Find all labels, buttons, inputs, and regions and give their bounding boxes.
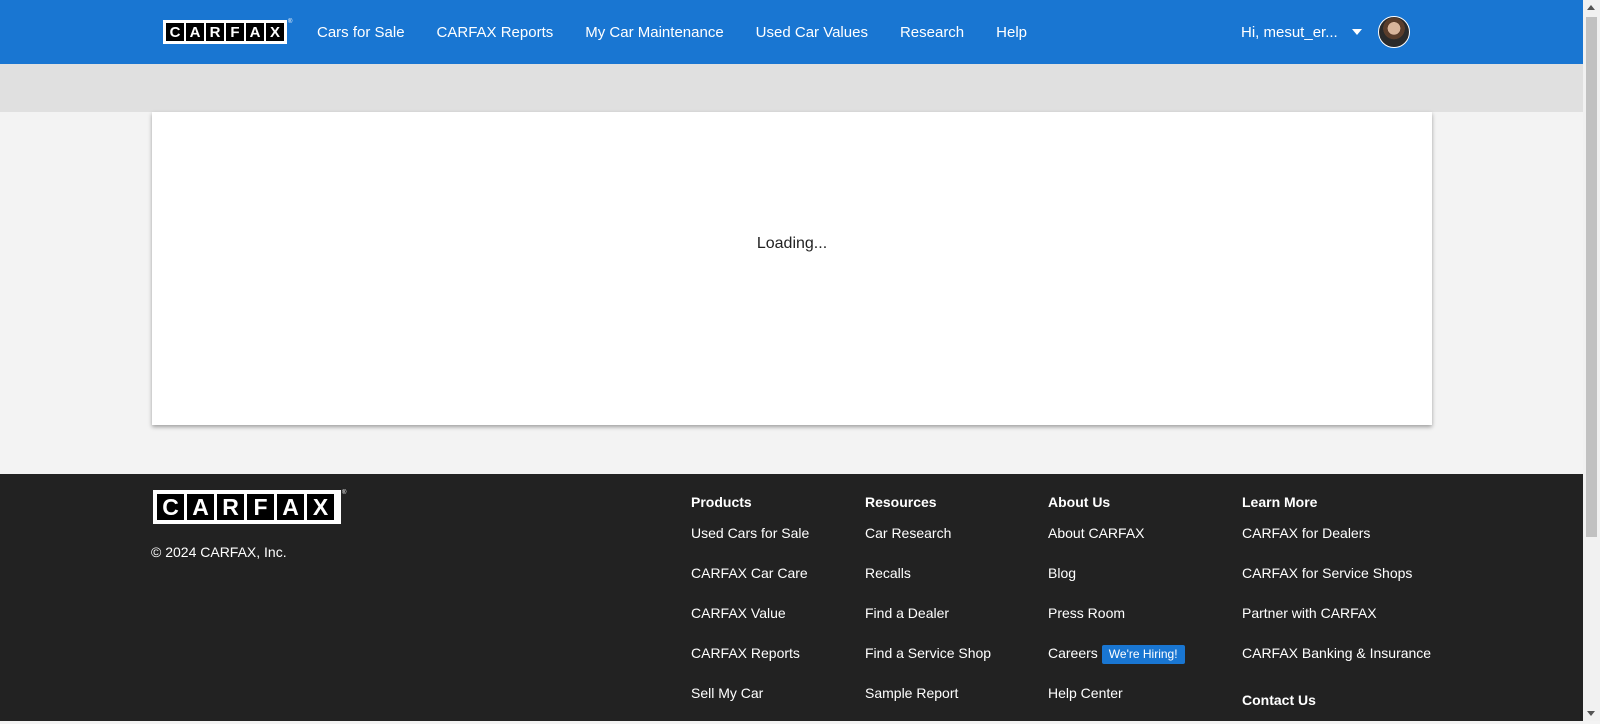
scrollbar-thumb[interactable] (1586, 17, 1597, 537)
footer-link[interactable]: CARFAX Banking & Insurance (1242, 644, 1431, 684)
footer-link[interactable]: CARFAX for Dealers (1242, 524, 1431, 564)
logo-letter: R (217, 494, 244, 520)
vertical-scrollbar[interactable] (1583, 0, 1600, 721)
footer-link[interactable]: Car Research (865, 524, 991, 564)
content-card: Loading... (152, 112, 1432, 425)
footer-link[interactable]: Sample Report (865, 684, 991, 724)
nav-my-car-maintenance[interactable]: My Car Maintenance (585, 24, 723, 41)
user-menu[interactable]: Hi, mesut_er... (1241, 0, 1410, 64)
footer-link[interactable]: Sell My Car (691, 684, 809, 724)
footer-heading: Products (691, 494, 752, 510)
footer-heading: Learn More (1242, 494, 1318, 510)
carfax-logo[interactable]: C A R F A X ® (163, 19, 292, 45)
nav-carfax-reports[interactable]: CARFAX Reports (437, 24, 554, 41)
footer-link[interactable]: Used Cars for Sale (691, 524, 809, 564)
logo-letter: A (277, 494, 304, 520)
footer-column-learn-more: Learn More CARFAX for Dealers CARFAX for… (1242, 494, 1431, 708)
nav-help[interactable]: Help (996, 24, 1027, 41)
footer-link-careers[interactable]: Careers (1048, 645, 1098, 661)
loading-message: Loading... (756, 235, 828, 252)
footer-link[interactable]: Find a Dealer (865, 604, 991, 644)
footer-link[interactable]: CARFAX Car Care (691, 564, 809, 604)
footer-link[interactable]: Find a Service Shop (865, 644, 991, 684)
nav-research[interactable]: Research (900, 24, 964, 41)
registered-mark-icon: ® (342, 490, 347, 496)
logo-letter: F (226, 23, 244, 41)
footer-link[interactable]: Recalls (865, 564, 991, 604)
footer-heading: About Us (1048, 494, 1111, 510)
user-greeting[interactable]: Hi, mesut_er... (1241, 24, 1338, 41)
registered-mark-icon: ® (288, 19, 293, 25)
footer-column-resources: Resources Car Research Recalls Find a De… (865, 494, 991, 724)
footer-link[interactable]: Partner with CARFAX (1242, 604, 1431, 644)
footer-column-products: Products Used Cars for Sale CARFAX Car C… (691, 494, 809, 724)
footer-heading: Resources (865, 494, 937, 510)
chevron-down-icon[interactable] (1351, 29, 1362, 35)
main-nav: Cars for Sale CARFAX Reports My Car Main… (317, 0, 1059, 64)
footer-carfax-logo[interactable]: C A R F A X ® (153, 490, 346, 524)
logo-letter: X (307, 494, 334, 520)
scroll-up-arrow-icon[interactable] (1587, 5, 1595, 10)
top-navigation-bar: C A R F A X ® Cars for Sale CARFAX Repor… (0, 0, 1583, 64)
footer-careers-row: Careers We're Hiring! (1048, 644, 1185, 684)
footer: C A R F A X ® © 2024 CARFAX, Inc. Produc… (0, 474, 1583, 721)
logo-letter: C (157, 494, 184, 520)
logo-letter: R (206, 23, 224, 41)
logo-letter: A (187, 494, 214, 520)
nav-cars-for-sale[interactable]: Cars for Sale (317, 24, 405, 41)
logo-letter: A (186, 23, 204, 41)
footer-link[interactable]: Help Center (1048, 684, 1185, 724)
logo-letter: F (247, 494, 274, 520)
logo-letter: C (166, 23, 184, 41)
footer-column-about-us: About Us About CARFAX Blog Press Room Ca… (1048, 494, 1185, 724)
footer-link[interactable]: CARFAX for Service Shops (1242, 564, 1431, 604)
footer-link[interactable]: About CARFAX (1048, 524, 1185, 564)
footer-link[interactable]: CARFAX Reports (691, 644, 809, 684)
footer-link[interactable]: Press Room (1048, 604, 1185, 644)
copyright-text: © 2024 CARFAX, Inc. (151, 544, 287, 560)
logo-letter: X (266, 23, 284, 41)
logo-letter: A (246, 23, 264, 41)
carfax-logo-box: C A R F A X (153, 490, 341, 524)
footer-heading-contact-us: Contact Us (1242, 692, 1316, 708)
scroll-down-arrow-icon[interactable] (1587, 711, 1595, 716)
footer-link[interactable]: Blog (1048, 564, 1185, 604)
footer-link[interactable]: CARFAX Value (691, 604, 809, 644)
hiring-badge[interactable]: We're Hiring! (1101, 645, 1185, 664)
avatar[interactable] (1377, 16, 1410, 48)
sub-navigation-bar (0, 64, 1583, 112)
nav-used-car-values[interactable]: Used Car Values (756, 24, 868, 41)
carfax-logo-box: C A R F A X (163, 20, 287, 44)
